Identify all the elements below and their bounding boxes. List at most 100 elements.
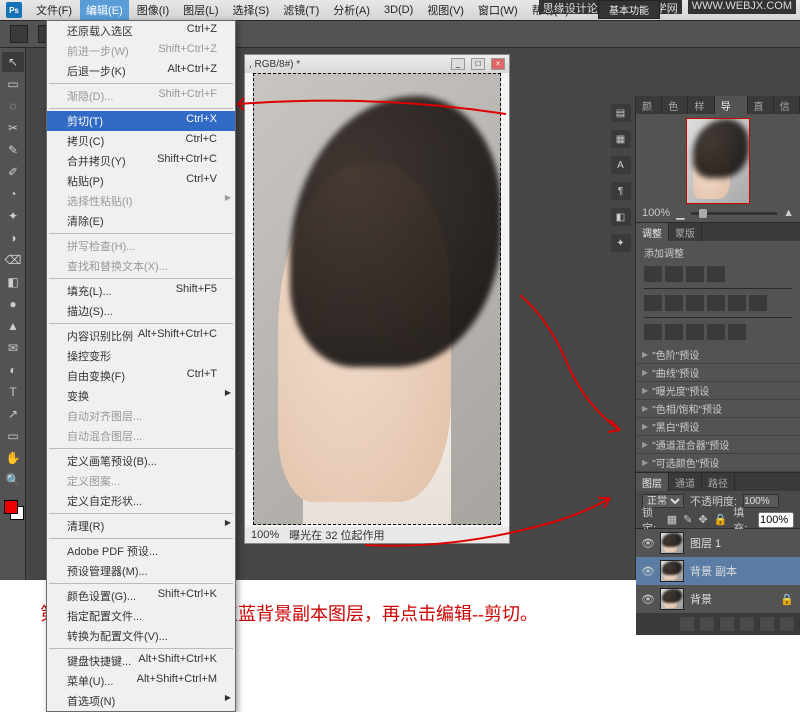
tool-icon[interactable]: ◌: [2, 96, 24, 116]
new-group-icon[interactable]: [740, 617, 754, 631]
workspace-badge[interactable]: 基本功能: [598, 0, 660, 19]
invert-icon[interactable]: [644, 324, 662, 340]
preset-item[interactable]: ▶"色相/饱和"预设: [636, 400, 800, 418]
tool-icon[interactable]: ✉: [2, 338, 24, 358]
menu-item[interactable]: 清除(E): [47, 211, 235, 231]
menu-视图[interactable]: 视图(V): [421, 0, 470, 20]
tool-icon[interactable]: ◧: [2, 272, 24, 292]
menu-图层[interactable]: 图层(L): [177, 0, 224, 20]
menu-item[interactable]: 还原载入选区Ctrl+Z: [47, 21, 235, 41]
menu-item[interactable]: 内容识别比例Alt+Shift+Ctrl+C: [47, 326, 235, 346]
tab-蒙版[interactable]: 蒙版: [669, 223, 702, 241]
menu-item[interactable]: 定义画笔预设(B)...: [47, 451, 235, 471]
navigator-thumbnail[interactable]: [686, 118, 750, 204]
exposure-icon[interactable]: [707, 266, 725, 282]
tab-调整[interactable]: 调整: [636, 223, 669, 241]
tool-icon[interactable]: 🔍: [2, 470, 24, 490]
collapsed-panel-icon[interactable]: ▦: [611, 130, 631, 148]
preset-item[interactable]: ▶"通道混合器"预设: [636, 436, 800, 454]
menu-3d[interactable]: 3D(D): [378, 2, 419, 18]
selective-color-icon[interactable]: [728, 324, 746, 340]
tool-icon[interactable]: ✦: [2, 206, 24, 226]
collapsed-panel-icon[interactable]: ¶: [611, 182, 631, 200]
tab-通道[interactable]: 通道: [669, 473, 702, 491]
vibrance-icon[interactable]: [644, 295, 662, 311]
document-canvas[interactable]: [253, 73, 501, 525]
menu-item[interactable]: 颜色设置(G)...Shift+Ctrl+K: [47, 586, 235, 606]
tool-icon[interactable]: ↗: [2, 404, 24, 424]
tab-导航器[interactable]: 导航器: [715, 96, 748, 114]
menu-滤镜[interactable]: 滤镜(T): [277, 0, 325, 20]
menu-item[interactable]: 粘贴(P)Ctrl+V: [47, 171, 235, 191]
hue-sat-icon[interactable]: [665, 295, 683, 311]
tab-颜色[interactable]: 颜色: [636, 96, 662, 114]
document-titlebar[interactable]: , RGB/8#) * _ □ ×: [245, 55, 509, 73]
menu-编辑[interactable]: 编辑(E): [80, 0, 129, 20]
tool-icon[interactable]: ✂: [2, 118, 24, 138]
fill-input[interactable]: [758, 512, 794, 528]
photo-filter-icon[interactable]: [728, 295, 746, 311]
menu-item[interactable]: 拷贝(C)Ctrl+C: [47, 131, 235, 151]
menu-分析[interactable]: 分析(A): [327, 0, 376, 20]
tool-icon[interactable]: ✋: [2, 448, 24, 468]
tab-样式[interactable]: 样式: [688, 96, 714, 114]
visibility-icon[interactable]: 👁: [642, 537, 654, 549]
collapsed-panel-icon[interactable]: ▤: [611, 104, 631, 122]
preset-item[interactable]: ▶"色阶"预设: [636, 346, 800, 364]
layer-mask-icon[interactable]: [720, 617, 734, 631]
preset-item[interactable]: ▶"黑白"预设: [636, 418, 800, 436]
preset-item[interactable]: ▶"可选颜色"预设: [636, 454, 800, 472]
tool-icon[interactable]: T: [2, 382, 24, 402]
close-button[interactable]: ×: [491, 58, 505, 70]
minimize-button[interactable]: _: [451, 58, 465, 70]
tab-路径[interactable]: 路径: [702, 473, 735, 491]
link-layers-icon[interactable]: [680, 617, 694, 631]
gradient-map-icon[interactable]: [707, 324, 725, 340]
layer-thumbnail[interactable]: [660, 560, 684, 582]
zoom-out-icon[interactable]: ▁: [676, 207, 684, 220]
tab-直方[interactable]: 直方: [748, 96, 774, 114]
tool-icon[interactable]: ◑: [2, 228, 24, 248]
foreground-color[interactable]: [4, 500, 18, 514]
tool-icon[interactable]: ✐: [2, 162, 24, 182]
menu-窗口[interactable]: 窗口(W): [472, 0, 524, 20]
menu-图像[interactable]: 图像(I): [131, 0, 175, 20]
menu-item[interactable]: 指定配置文件...: [47, 606, 235, 626]
menu-item[interactable]: Adobe PDF 预设...: [47, 541, 235, 561]
threshold-icon[interactable]: [686, 324, 704, 340]
menu-item[interactable]: 后退一步(K)Alt+Ctrl+Z: [47, 61, 235, 81]
menu-item[interactable]: 首选项(N): [47, 691, 235, 711]
menu-item[interactable]: 清理(R): [47, 516, 235, 536]
channel-mixer-icon[interactable]: [749, 295, 767, 311]
menu-item[interactable]: 描边(S)...: [47, 301, 235, 321]
menu-item[interactable]: 合并拷贝(Y)Shift+Ctrl+C: [47, 151, 235, 171]
layer-row[interactable]: 👁图层 1: [636, 529, 800, 557]
tool-icon[interactable]: ✎: [2, 140, 24, 160]
tool-icon[interactable]: ●: [2, 294, 24, 314]
visibility-icon[interactable]: 👁: [642, 593, 654, 605]
layer-row[interactable]: 👁背景🔒: [636, 585, 800, 613]
menu-item[interactable]: 操控变形: [47, 346, 235, 366]
lock-pixels-icon[interactable]: ✎: [683, 513, 692, 526]
levels-icon[interactable]: [665, 266, 683, 282]
color-balance-icon[interactable]: [686, 295, 704, 311]
menu-选择[interactable]: 选择(S): [227, 0, 276, 20]
visibility-icon[interactable]: 👁: [642, 565, 654, 577]
tab-图层[interactable]: 图层: [636, 473, 669, 491]
lock-transparent-icon[interactable]: ▦: [667, 513, 677, 526]
menu-item[interactable]: 变换: [47, 386, 235, 406]
lock-position-icon[interactable]: ✥: [698, 513, 707, 526]
tool-preset-icon[interactable]: [10, 25, 28, 43]
menu-item[interactable]: 键盘快捷键...Alt+Shift+Ctrl+K: [47, 651, 235, 671]
collapsed-panel-icon[interactable]: A: [611, 156, 631, 174]
tab-信息[interactable]: 信息: [774, 96, 800, 114]
menu-item[interactable]: 填充(L)...Shift+F5: [47, 281, 235, 301]
tool-icon[interactable]: ▭: [2, 74, 24, 94]
doc-zoom[interactable]: 100%: [251, 529, 279, 541]
zoom-slider[interactable]: [691, 212, 778, 215]
collapsed-panel-icon[interactable]: ✦: [611, 234, 631, 252]
preset-item[interactable]: ▶"曝光度"预设: [636, 382, 800, 400]
menu-item[interactable]: 自由变换(F)Ctrl+T: [47, 366, 235, 386]
menu-文件[interactable]: 文件(F): [30, 0, 78, 20]
curves-icon[interactable]: [686, 266, 704, 282]
